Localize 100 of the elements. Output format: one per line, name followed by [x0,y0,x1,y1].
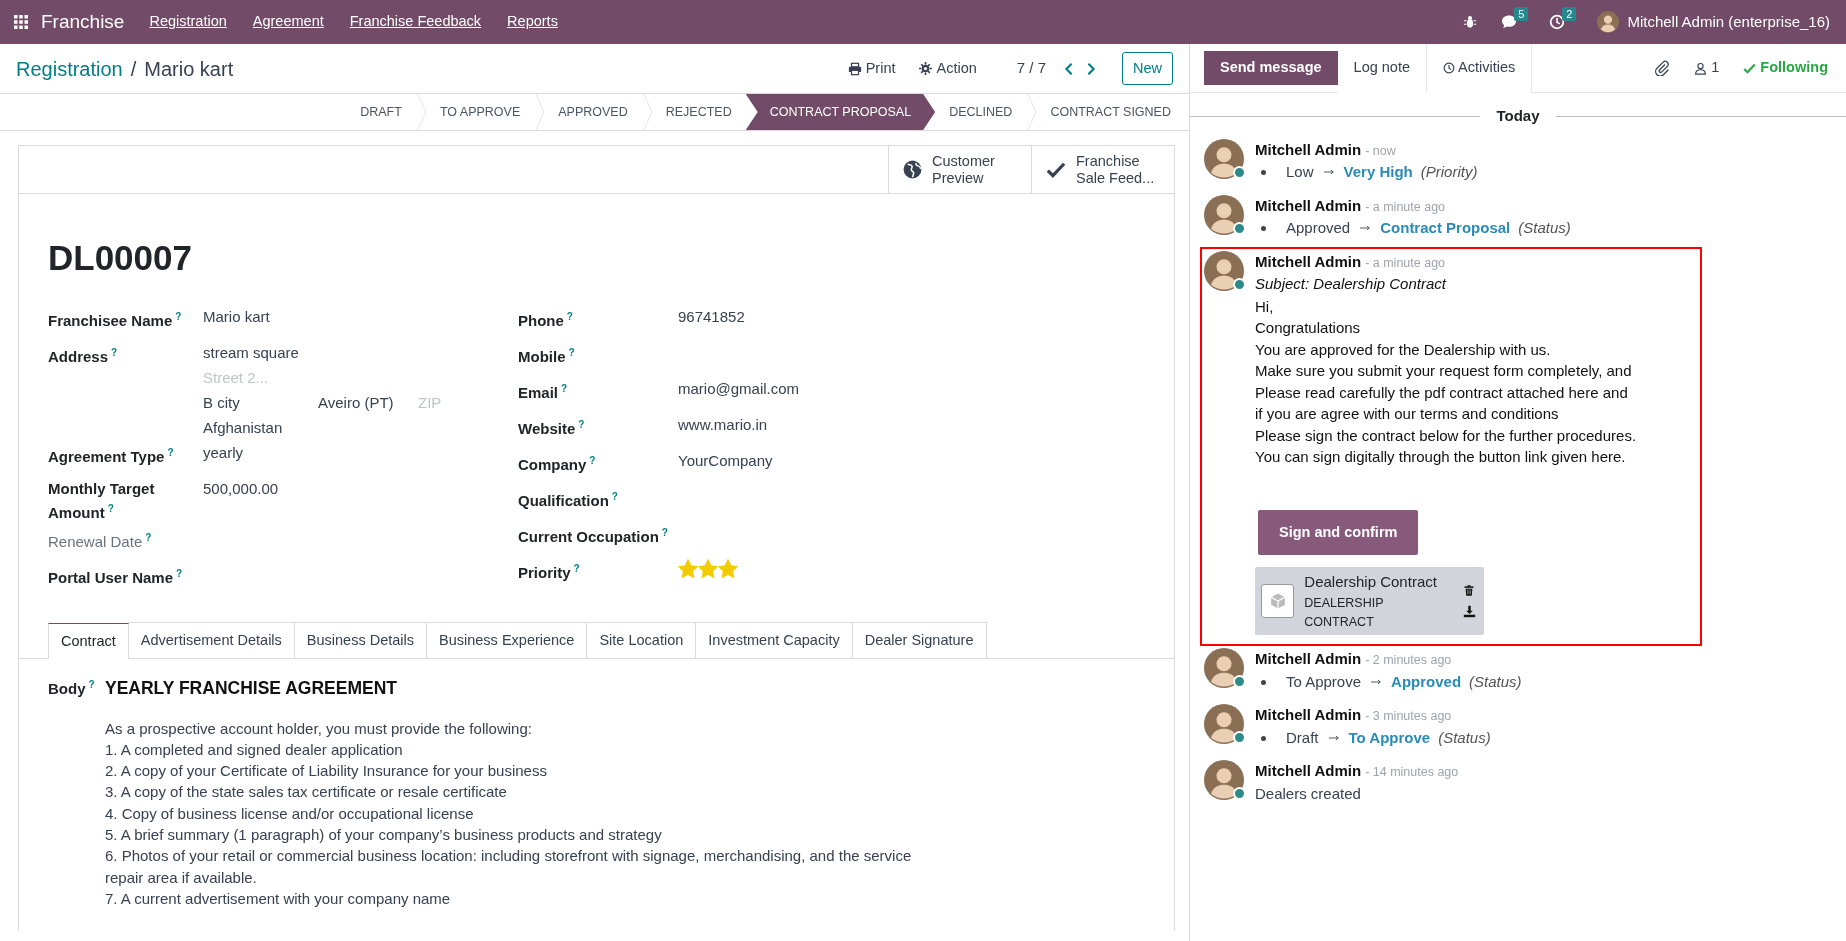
author-name[interactable]: Mitchell Admin [1255,250,1362,273]
print-button[interactable]: Print [839,53,904,84]
form-tab[interactable]: Dealer Signature [851,621,987,659]
field-label: Website $^{?}$ [518,417,586,439]
message-text: if you are agree with our terms and conditions [1255,404,1560,424]
download-icon[interactable] [1463,605,1476,619]
arrow-icon [1369,677,1384,687]
bullet [1261,679,1266,685]
person-icon [1204,704,1244,745]
field-label: Franchisee Name $^{?}$ [48,309,183,331]
action-button[interactable]: Action [911,53,985,84]
menu-item[interactable]: Registration [136,11,240,33]
printer-icon [847,61,862,76]
field-label: Portal User Name $^{?}$ [48,566,184,588]
field-label: Company $^{?}$ [518,453,597,475]
person-icon [1204,250,1244,291]
body-heading: YEARLY FRANCHISE AGREEMENT [105,677,399,701]
new-value: Contract Proposal [1380,218,1511,238]
field-value[interactable]: Afghanistan [203,417,442,438]
author-name[interactable]: Mitchell Admin [1255,704,1362,727]
attachment-name: Dealership Contract [1304,572,1438,593]
star-icon[interactable] [678,558,698,579]
new-value: Very High [1343,162,1413,182]
field-label: Current Occupation $^{?}$ [518,525,669,547]
old-value: Low [1286,162,1314,182]
menu-item[interactable]: Reports [494,11,571,33]
chat-icon[interactable] [1501,14,1518,30]
count-badge: 2 [1562,7,1577,21]
author-name[interactable]: Mitchell Admin [1255,648,1362,671]
clock-icon[interactable] [1549,14,1566,30]
app-name: Franchise [40,9,126,34]
avatar[interactable] [1204,704,1244,745]
person-icon [1204,648,1244,689]
online-dot [1233,787,1246,801]
message-text: Congratulations [1255,318,1362,338]
old-value: Draft [1286,727,1319,748]
field-value[interactable]: Mario kart [203,307,270,325]
field-name: (Status) [1438,727,1491,748]
arrow-icon [1326,733,1341,743]
pager-value: 7 / 7 [1016,58,1046,79]
form-tab[interactable]: Contract [48,622,129,660]
field-value[interactable]: www.mario.in [678,415,768,433]
avatar[interactable] [1204,138,1244,179]
body-text: 3. A copy of the state sales tax certificate or resale certificate [105,782,508,803]
author-name[interactable]: Mitchell Admin [1255,760,1362,783]
body-text: 7. A current advertisement with your company name [105,888,452,909]
attachment-card[interactable]: Dealership Contract DEALERSHIP CONTRACT [1255,567,1484,636]
field-label: Body $^{?}$ [48,678,96,700]
paperclip-icon[interactable] [1654,60,1671,76]
chatter-tab[interactable]: Send message [1204,51,1338,85]
followers-button[interactable]: 1 [1694,57,1720,79]
field-value[interactable]: mario@gmail.com [678,379,800,397]
new-value: To Approve [1348,727,1431,748]
old-value: To Approve [1286,671,1362,692]
avatar-icon[interactable] [1597,11,1620,33]
globe-icon [903,160,922,179]
author-name[interactable]: Mitchell Admin [1255,194,1362,217]
field-label: Mobile $^{?}$ [518,345,576,367]
avatar[interactable] [1204,250,1244,291]
field-value[interactable]: stream square [203,342,442,363]
breadcrumb-link[interactable]: Registration [16,53,123,84]
field-label: Phone $^{?}$ [518,309,574,331]
clock-icon [1443,62,1455,75]
field-value[interactable]: 500,000.00 [203,479,279,497]
message-text: You are approved for the Dealership with us. [1255,339,1552,360]
field-value[interactable]: Aveiro (PT) [318,392,418,413]
person-icon [1204,194,1244,235]
user-name[interactable]: Mitchell Admin (enterprise_16) [1627,10,1830,34]
check-icon [1743,61,1757,75]
avatar[interactable] [1204,648,1244,689]
menu-item[interactable]: Franchise Feedback [336,11,495,33]
star-icon[interactable] [698,558,718,579]
field-value[interactable]: 96741852 [678,307,745,325]
new-button[interactable]: New [1122,51,1173,86]
field-name: (Priority) [1420,162,1478,182]
author-name[interactable]: Mitchell Admin [1255,138,1362,161]
person-icon [1694,61,1708,75]
bullet [1261,225,1266,231]
field-value[interactable]: B city [203,392,318,413]
sign-and-confirm-button[interactable]: Sign and confirm [1258,509,1419,556]
menu-item[interactable]: Agreement [239,11,337,33]
message-text: Make sure you submit your request form completely, and [1255,361,1633,381]
chatter-tab[interactable]: Activities [1426,44,1533,93]
new-value: Approved [1391,671,1462,692]
person-icon [1204,138,1244,179]
trash-icon[interactable] [1463,584,1475,598]
avatar[interactable] [1204,194,1244,235]
online-dot [1233,675,1246,689]
avatar[interactable] [1204,760,1244,801]
body-text: 4. Copy of business license and/or occupational license [105,803,475,824]
star-icon[interactable] [718,558,738,579]
apps-menu-icon[interactable] [13,14,29,30]
bug-icon[interactable] [1463,15,1478,29]
field-value[interactable]: yearly [203,443,243,461]
status-stage[interactable]: CONTRACT PROPOSAL [745,94,936,130]
field-label: Email $^{?}$ [518,381,569,403]
attachment-type: DEALERSHIP CONTRACT [1304,594,1385,631]
field-value[interactable]: YourCompany [678,451,773,469]
message-time: - 14 minutes ago [1365,764,1459,782]
body-text: As a prospective account holder, you must provide the following: [105,718,533,739]
